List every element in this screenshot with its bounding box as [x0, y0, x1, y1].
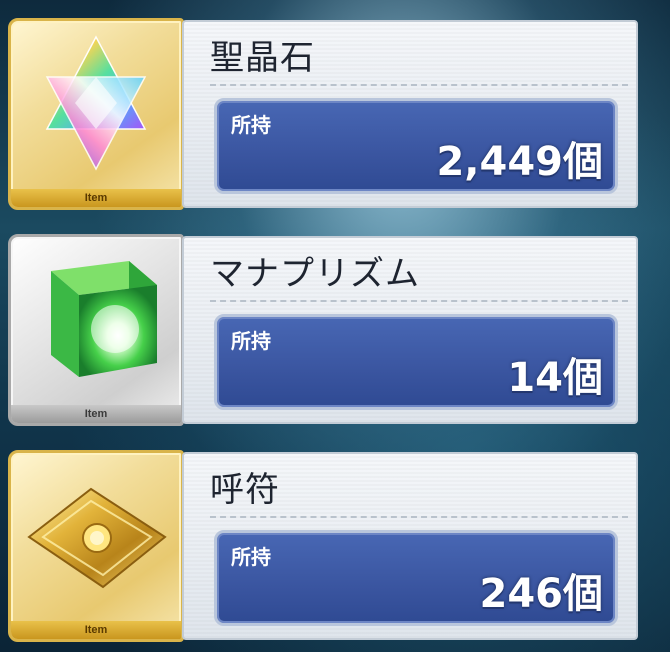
- owned-label: 所持: [231, 113, 271, 137]
- owned-count: 2,449個: [436, 139, 603, 185]
- owned-count-box: 所持 14個: [214, 314, 618, 410]
- item-info-panel: 呼符 所持 246個: [182, 452, 638, 640]
- item-card-summon-ticket[interactable]: Item 呼符 所持 246個: [8, 450, 638, 642]
- owned-count-box: 所持 246個: [214, 530, 618, 626]
- divider: [210, 516, 628, 518]
- item-frame: Item: [8, 234, 184, 426]
- owned-count: 246個: [479, 571, 604, 617]
- item-frame: Item: [8, 18, 184, 210]
- summon-ticket-icon: [27, 487, 167, 589]
- item-card-mana-prism[interactable]: Item マナプリズム 所持 14個: [8, 234, 638, 426]
- owned-label: 所持: [231, 329, 271, 353]
- item-info-panel: 聖晶石 所持 2,449個: [182, 20, 638, 208]
- divider: [210, 300, 628, 302]
- owned-count-box: 所持 2,449個: [214, 98, 618, 194]
- divider: [210, 84, 628, 86]
- item-tag: Item: [11, 621, 181, 639]
- owned-label: 所持: [231, 545, 271, 569]
- item-name: マナプリズム: [210, 254, 420, 294]
- item-frame: Item: [8, 450, 184, 642]
- item-tag: Item: [11, 189, 181, 207]
- item-info-panel: マナプリズム 所持 14個: [182, 236, 638, 424]
- item-card-saint-quartz[interactable]: Item 聖晶石 所持 2,449個: [8, 18, 638, 210]
- saint-quartz-star-icon: [45, 35, 147, 171]
- mana-prism-cube-icon: [51, 261, 157, 377]
- owned-count: 14個: [507, 355, 603, 401]
- item-tag: Item: [11, 405, 181, 423]
- item-name: 呼符: [210, 470, 280, 510]
- item-name: 聖晶石: [210, 38, 315, 78]
